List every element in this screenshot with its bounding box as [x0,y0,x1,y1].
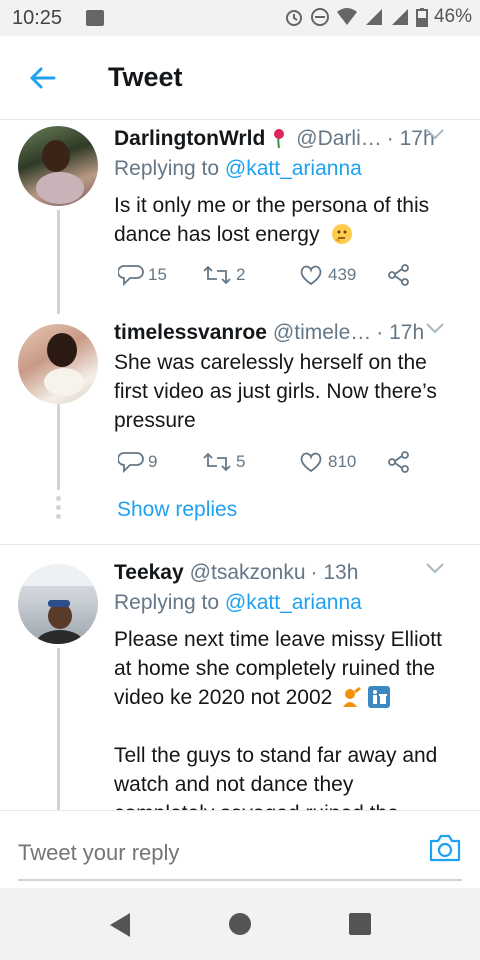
litter-bin-emoji-icon [368,686,391,708]
do-not-disturb-icon [310,8,329,26]
replying-to: Replying to @katt_arianna [114,591,362,615]
avatar[interactable] [18,324,98,404]
author-name[interactable]: DarlingtonWrld [114,127,265,151]
tweet-text: Is it only me or the persona of this dan… [114,191,464,249]
replying-to-link[interactable]: @katt_arianna [225,591,362,614]
tweet-text-line: completely savaged ruined the [114,799,464,810]
status-icons: 46% [284,6,472,28]
avatar-image [36,140,84,204]
system-nav-bar [0,888,480,960]
person-gesturing-emoji-icon [343,686,362,707]
tweet-text-line: Tell the guys to stand far away and [114,744,438,767]
avatar-image [44,333,84,396]
chevron-down-icon[interactable] [426,562,444,574]
reply-button[interactable]: 15 [118,263,167,287]
tweet-header: DarlingtonWrld @Darli… · 17h [114,124,464,154]
tweet-text-line: first video as just girls. Now there’s [114,380,437,403]
tweet-time: · 13h [310,561,359,584]
replying-to: Replying to @katt_arianna [114,157,362,181]
share-icon [388,264,409,286]
replying-to-prefix: Replying to [114,591,220,614]
tweet-time: · 17h [376,321,425,344]
tweet-header: timelessvanroe @timele… · 17h [114,318,464,348]
reply-count: 9 [148,452,158,471]
replying-to-link[interactable]: @katt_arianna [225,157,362,180]
heart-icon [300,452,322,473]
like-count: 810 [328,452,357,471]
tweet-text-line: dance has lost energy [114,223,320,246]
wifi-icon [336,8,357,25]
like-button[interactable]: 810 [298,450,356,474]
author-handle: @timele… [272,321,372,344]
chevron-down-icon[interactable] [426,322,444,334]
battery-percent: 46% [433,6,472,27]
like-count: 439 [328,265,357,284]
reply-icon [118,265,144,287]
thread-line [57,210,60,314]
thread-dots [56,496,61,523]
tweet-text-line [114,712,464,741]
tweet-list[interactable]: DarlingtonWrld @Darli… · 17h Replying to… [0,120,480,810]
avatar[interactable] [18,564,98,644]
reply-icon [118,452,144,474]
tweet-actions: 9 5 810 [114,450,434,480]
back-arrow-icon[interactable] [26,62,58,94]
heart-icon [300,265,322,286]
thinking-face-emoji-icon [332,224,353,244]
replying-to-prefix: Replying to [114,157,220,180]
page-title: Tweet [108,62,183,92]
reply-bar [0,810,480,888]
nav-home-icon[interactable] [229,913,251,935]
divider [0,544,480,545]
thread-line [57,648,60,810]
camera-icon[interactable] [428,833,462,863]
reply-underline [18,879,462,881]
gallery-notification-icon [86,10,104,26]
nav-recents-icon[interactable] [349,913,371,935]
tweet-text-line: Is it only me or the persona of this [114,194,430,217]
tweet-text-line: She was carelessly herself on the [114,351,427,374]
tweet-text-line: at home she completely ruined the [114,657,436,680]
retweet-icon [203,265,231,285]
retweet-icon [203,452,231,472]
avatar[interactable] [18,126,98,206]
tweet-text-line: pressure [114,409,196,432]
status-time: 10:25 [12,7,63,29]
status-bar: 10:25 46% [0,0,480,36]
retweet-count: 2 [236,265,246,284]
reply-count: 15 [148,265,167,284]
share-button[interactable] [386,263,412,287]
header: Tweet [0,36,480,120]
tweet-text-line: video ke 2020 not 2002 [114,686,333,709]
rose-emoji-icon [274,129,285,149]
tweet-text: She was carelessly herself on the first … [114,348,464,435]
like-button[interactable]: 439 [298,263,356,287]
reply-button[interactable]: 9 [118,450,157,474]
author-name[interactable]: Teekay [114,561,184,585]
signal-icon-2 [391,9,408,25]
nav-back-icon[interactable] [108,912,132,938]
tweet-text-line: Please next time leave missy Elliott [114,628,442,651]
chevron-down-icon[interactable] [426,128,444,140]
share-button[interactable] [386,450,412,474]
tweet-text-line: watch and not dance they [114,773,354,796]
share-icon [388,451,409,473]
author-handle: @Darli… [296,127,382,150]
tweet-text: Please next time leave missy Elliott at … [114,625,464,810]
reply-input[interactable] [18,833,418,873]
retweet-button[interactable]: 5 [202,450,245,474]
signal-icon [365,9,382,25]
author-handle: @tsakzonku [189,561,306,584]
battery-icon [415,8,428,27]
tweet-header: Teekay @tsakzonku · 13h [114,558,464,588]
show-replies-link[interactable]: Show replies [117,498,237,522]
retweet-count: 5 [236,452,246,471]
avatar-image [18,564,98,644]
alarm-icon [285,10,302,26]
author-name[interactable]: timelessvanroe [114,321,267,345]
tweet-actions: 15 2 439 [114,263,434,293]
retweet-button[interactable]: 2 [202,263,245,287]
